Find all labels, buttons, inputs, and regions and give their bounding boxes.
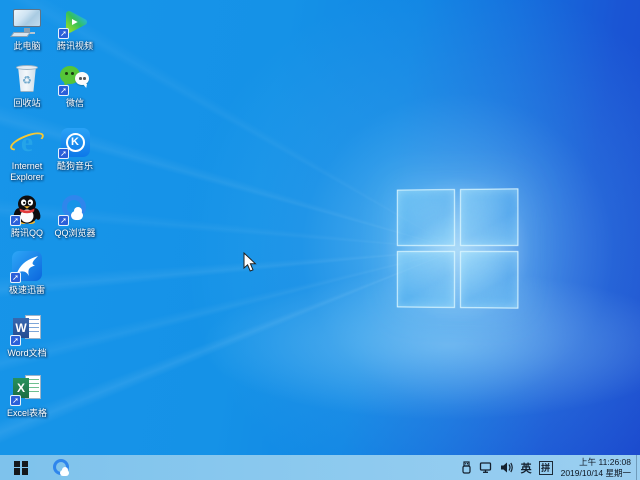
xunlei-icon: ➚: [11, 250, 43, 282]
windows-logo-pane: [459, 188, 518, 246]
desktop-icon-label: 此电脑: [13, 41, 40, 52]
volume-icon[interactable]: [500, 461, 514, 474]
taskbar-clock[interactable]: 上午 11:26:08 2019/10/14 星期一: [561, 457, 631, 478]
desktop-icon-word[interactable]: W ➚ Word文档: [1, 313, 53, 359]
desktop-icon-tencent-qq[interactable]: ➚ 腾讯QQ: [1, 193, 53, 239]
desktop-icon-recycle-bin[interactable]: ♻ 回收站: [1, 63, 53, 109]
internet-explorer-icon: e: [11, 126, 43, 158]
shortcut-arrow-badge: ➚: [58, 28, 69, 39]
windows-start-icon: [14, 461, 28, 475]
qq-browser-icon: [52, 458, 72, 478]
word-document-icon: W ➚: [11, 313, 43, 345]
desktop-icon-label: 极速迅雷: [9, 285, 45, 296]
desktop-icon-label: 腾讯视频: [57, 41, 93, 52]
clock-date: 2019/10/14 星期一: [561, 468, 631, 479]
desktop-icon-internet-explorer[interactable]: e Internet Explorer: [1, 126, 53, 183]
shortcut-arrow-badge: ➚: [10, 272, 21, 283]
desktop-icon-label: Internet Explorer: [1, 161, 53, 183]
desktop-icon-label: 回收站: [13, 98, 40, 109]
excel-spreadsheet-icon: X ➚: [11, 373, 43, 405]
desktop-icon-tencent-video[interactable]: ➚ 腾讯视频: [49, 6, 101, 52]
desktop-icon-label: Excel表格: [7, 408, 47, 419]
show-desktop-button[interactable]: [636, 455, 640, 480]
desktop-icon-excel[interactable]: X ➚ Excel表格: [1, 373, 53, 419]
shortcut-arrow-badge: ➚: [58, 148, 69, 159]
desktop-icon-wechat[interactable]: ➚ 微信: [49, 63, 101, 109]
shortcut-arrow-badge: ➚: [58, 215, 69, 226]
system-tray: 英 拼: [461, 460, 553, 476]
desktop-icon-label: QQ浏览器: [54, 228, 95, 239]
tencent-video-icon: ➚: [59, 6, 91, 38]
taskbar: 英 拼 上午 11:26:08 2019/10/14 星期一: [0, 455, 640, 480]
desktop-icon-label: 腾讯QQ: [11, 228, 43, 239]
shortcut-arrow-badge: ➚: [10, 215, 21, 226]
start-button[interactable]: [0, 455, 42, 480]
network-icon[interactable]: [479, 461, 493, 474]
usb-device-icon[interactable]: [461, 461, 472, 475]
desktop-icon-label: Word文档: [7, 348, 46, 359]
wechat-icon: ➚: [59, 63, 91, 95]
windows-logo-pane: [397, 251, 455, 308]
desktop-icon-this-pc[interactable]: 此电脑: [1, 6, 53, 52]
desktop-icon-kugou-music[interactable]: K ➚ 酷狗音乐: [49, 126, 101, 172]
language-indicator[interactable]: 英: [521, 460, 532, 476]
qq-browser-icon: ➚: [59, 193, 91, 225]
desktop-icon-label: 酷狗音乐: [57, 161, 93, 172]
this-pc-icon: [11, 6, 43, 38]
desktop-icon-xunlei[interactable]: ➚ 极速迅雷: [1, 250, 53, 296]
shortcut-arrow-badge: ➚: [10, 335, 21, 346]
clock-time: 上午 11:26:08: [561, 457, 631, 468]
windows-logo-pane: [459, 251, 518, 309]
shortcut-arrow-badge: ➚: [10, 395, 21, 406]
desktop-icon-qq-browser[interactable]: ➚ QQ浏览器: [49, 193, 101, 239]
windows-logo-pane: [397, 189, 455, 246]
mouse-cursor: [243, 252, 258, 278]
kugou-music-icon: K ➚: [59, 126, 91, 158]
tencent-qq-icon: ➚: [11, 193, 43, 225]
ime-pinyin-indicator[interactable]: 拼: [539, 461, 553, 475]
recycle-bin-icon: ♻: [11, 63, 43, 95]
windows-logo-wallpaper: [397, 188, 519, 308]
desktop-icon-label: 微信: [66, 98, 84, 109]
shortcut-arrow-badge: ➚: [58, 85, 69, 96]
taskbar-item-qq-browser[interactable]: [42, 455, 82, 480]
